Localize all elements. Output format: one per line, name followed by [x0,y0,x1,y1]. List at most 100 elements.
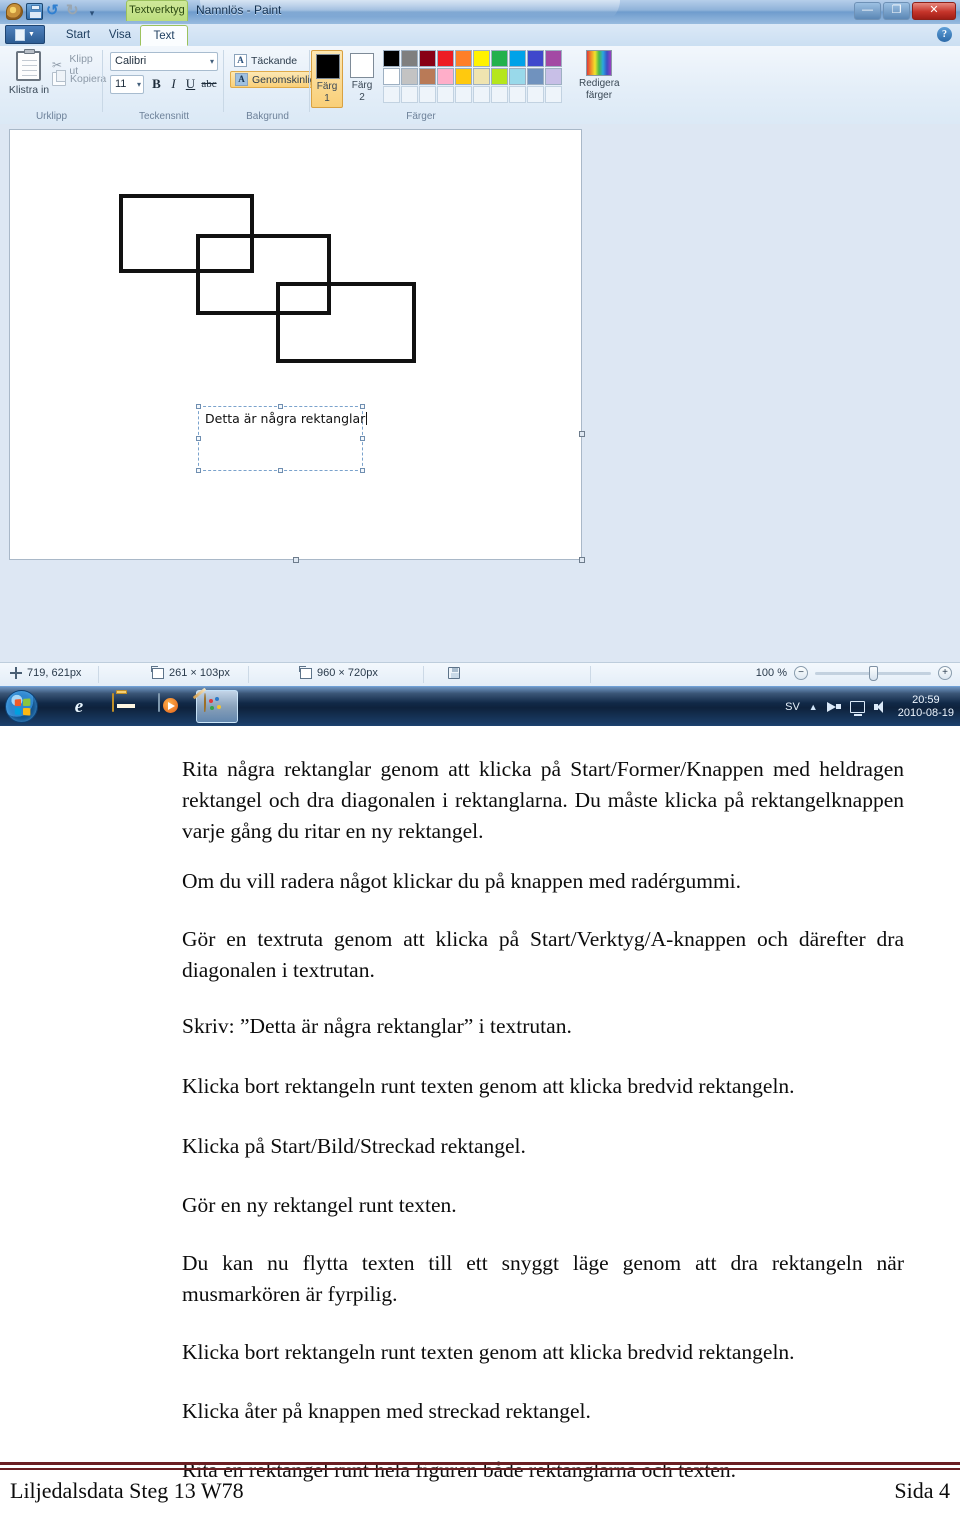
bold-button[interactable]: B [148,75,165,94]
opaque-label: Täckande [251,54,298,67]
palette-swatch[interactable] [383,50,400,67]
palette-swatch[interactable] [437,68,454,85]
volume-icon[interactable] [873,700,889,714]
palette-swatch[interactable] [401,68,418,85]
status-selection-size: 261 × 103px [151,665,230,679]
color2-swatch [350,53,374,78]
palette-swatch[interactable] [437,50,454,67]
background-transparent-button[interactable]: A Genomskinlig [230,71,321,88]
palette-swatch[interactable] [455,86,472,103]
canvas-resize-handle-e[interactable] [579,431,585,437]
palette-swatch[interactable] [455,50,472,67]
palette-swatch[interactable] [437,86,454,103]
color1-button[interactable]: Färg 1 [311,50,343,108]
taskbar-item-media-player[interactable] [150,690,192,723]
paste-icon[interactable] [16,49,41,81]
resize-handle-w[interactable] [196,435,201,441]
tab-start[interactable]: Start [56,25,100,46]
palette-swatch[interactable] [509,86,526,103]
palette-swatch[interactable] [491,50,508,67]
palette-swatch[interactable] [419,86,436,103]
palette-swatch[interactable] [473,50,490,67]
color-palette[interactable] [383,50,562,104]
clock[interactable]: 20:59 2010-08-19 [898,694,954,720]
palette-swatch[interactable] [491,68,508,85]
resize-handle-n[interactable] [277,404,283,409]
zoom-in-button[interactable]: + [938,666,952,680]
canvas-work-area[interactable]: Detta är några rektanglar [0,124,960,662]
tab-visa[interactable]: Visa [100,25,140,46]
palette-swatch[interactable] [383,68,400,85]
zoom-slider-thumb[interactable] [869,665,878,681]
palette-swatch[interactable] [545,86,562,103]
palette-swatch[interactable] [419,50,436,67]
tab-text[interactable]: Text [140,25,188,46]
disk-icon [448,667,460,679]
strikethrough-button[interactable]: abc [199,75,219,94]
paint-app-icon[interactable] [6,3,23,20]
quick-access-toolbar[interactable]: ↺ ↻ ▾ [6,3,98,20]
palette-swatch[interactable] [509,68,526,85]
font-name-combobox[interactable]: Calibri ▾ [110,52,218,71]
maximize-button[interactable]: ❐ [883,2,910,20]
palette-swatch[interactable] [473,86,490,103]
ribbon-tab-row: ▼ Start Visa Text ? [0,24,960,47]
canvas-resize-handle-se[interactable] [579,557,585,563]
palette-swatch[interactable] [509,50,526,67]
palette-swatch[interactable] [419,68,436,85]
resize-handle-nw[interactable] [196,404,201,409]
resize-handle-se[interactable] [360,468,365,473]
zoom-slider-track[interactable] [815,665,931,681]
paint-menu-button[interactable]: ▼ [5,25,45,44]
start-button[interactable] [5,690,38,723]
undo-icon[interactable]: ↺ [46,3,63,20]
help-icon[interactable]: ? [937,27,952,42]
group-separator [102,50,103,112]
palette-swatch[interactable] [401,50,418,67]
background-opaque-button[interactable]: A Täckande [230,52,301,69]
redo-icon[interactable]: ↻ [66,3,83,20]
show-hidden-icons-icon[interactable]: ▲ [809,702,818,712]
palette-swatch[interactable] [527,86,544,103]
resize-handle-sw[interactable] [196,468,201,473]
text-box-selection[interactable]: Detta är några rektanglar [196,404,368,473]
palette-swatch[interactable] [491,86,508,103]
resize-handle-ne[interactable] [360,404,365,409]
rectangle-3[interactable] [276,282,416,363]
palette-swatch[interactable] [545,68,562,85]
network-icon[interactable] [826,701,841,713]
customize-qat-icon[interactable]: ▾ [86,3,98,20]
resize-handle-e[interactable] [360,435,365,441]
underline-button[interactable]: U [182,75,199,94]
palette-swatch[interactable] [401,86,418,103]
palette-swatch[interactable] [527,50,544,67]
window-controls[interactable]: — ❐ ✕ [854,2,956,20]
minimize-button[interactable]: — [854,2,881,20]
taskbar-item-internet-explorer[interactable] [58,690,100,723]
palette-swatch[interactable] [527,68,544,85]
palette-swatch[interactable] [455,68,472,85]
taskbar-item-explorer[interactable] [104,690,146,723]
font-size-combobox[interactable]: 11 ▾ [110,75,144,94]
zoom-control[interactable]: 100 % − + [756,665,952,681]
palette-swatch[interactable] [383,86,400,103]
resize-handle-s[interactable] [277,468,283,473]
palette-swatch[interactable] [473,68,490,85]
text-caret [366,412,368,425]
taskbar-item-paint[interactable] [196,690,238,723]
copy-button[interactable]: Kopiera [52,70,106,86]
canvas-resize-handle-s[interactable] [293,557,299,563]
color2-button[interactable]: Färg 2 [346,50,378,108]
zoom-out-button[interactable]: − [794,666,808,680]
language-indicator[interactable]: SV [785,701,800,713]
document-body: Rita några rektanglar genom att klicka p… [0,726,960,1520]
paste-button-label[interactable]: Klistra in [6,84,52,96]
italic-button[interactable]: I [165,75,182,94]
monitor-icon[interactable] [849,701,865,716]
close-button[interactable]: ✕ [912,2,956,20]
taskbar: SV ▲ 20:59 2010-08-19 [0,686,960,726]
save-icon[interactable] [26,3,43,20]
paint-canvas[interactable]: Detta är några rektanglar [9,129,582,560]
palette-swatch[interactable] [545,50,562,67]
edit-colors-button[interactable]: Redigera färger [579,50,620,102]
